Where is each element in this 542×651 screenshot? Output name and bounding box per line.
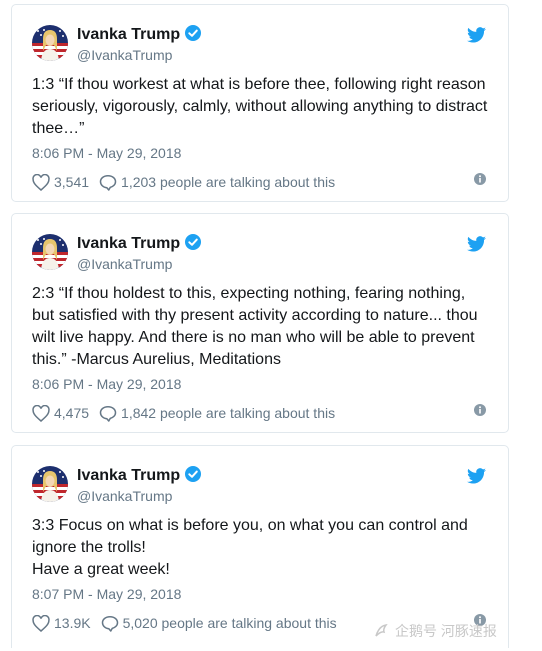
display-name[interactable]: Ivanka Trump [77,234,202,254]
tweet-card[interactable]: Ivanka Trump @IvankaTrump 3:3 Focus on w… [11,445,509,648]
tweet-card[interactable]: Ivanka Trump @IvankaTrump 1:3 “If thou w… [11,4,509,202]
tweet-text: 2:3 “If thou holdest to this, expecting … [32,285,478,368]
user-handle[interactable]: @IvankaTrump [77,255,172,273]
watermark-text: 企鹅号 河豚速报 [395,623,497,639]
speech-bubble-icon [99,405,117,422]
reply-button[interactable]: 1,203 people are talking about this [99,173,335,191]
talking-about-count: 1,203 people are talking about this [121,174,336,190]
tweet-text: 1:3 “If thou workest at what is before t… [32,76,488,137]
tweet-actions: 4,475 1,842 people are talking about thi… [32,404,490,422]
tweet-timestamp[interactable]: 8:06 PM - May 29, 2018 [32,375,181,393]
tweet-card[interactable]: Ivanka Trump @IvankaTrump 2:3 “If thou h… [11,213,509,433]
user-handle[interactable]: @IvankaTrump [77,487,172,505]
like-count: 4,475 [54,405,90,421]
user-handle[interactable]: @IvankaTrump [77,46,172,64]
penguin-logo-icon [375,624,388,637]
speech-bubble-icon [99,174,117,191]
tweet-timestamp[interactable]: 8:06 PM - May 29, 2018 [32,144,181,162]
speech-bubble-icon [101,615,118,632]
twitter-bird-icon[interactable] [467,27,486,43]
like-button[interactable]: 4,475 [32,404,89,422]
twitter-bird-icon[interactable] [467,468,486,484]
display-name[interactable]: Ivanka Trump [77,25,202,45]
verified-badge-icon [185,25,202,42]
tweet-timestamp[interactable]: 8:07 PM - May 29, 2018 [32,585,181,603]
avatar[interactable] [32,466,68,502]
tweet-actions: 3,541 1,203 people are talking about thi… [32,173,490,191]
heart-icon [32,173,50,191]
avatar[interactable] [32,25,68,61]
like-count: 3,541 [54,174,90,190]
reply-button[interactable]: 5,020 people are talking about this [101,614,337,632]
twitter-bird-icon[interactable] [467,236,486,252]
watermark: 企鹅号 河豚速报 [373,622,497,640]
like-count: 13.9K [54,615,91,631]
like-button[interactable]: 13.9K [32,614,91,632]
heart-icon [32,614,50,632]
avatar[interactable] [32,234,68,270]
info-icon[interactable] [474,404,486,416]
info-icon[interactable] [474,173,486,185]
talking-about-count: 1,842 people are talking about this [121,405,336,421]
heart-icon [32,404,50,422]
tweet-text: 3:3 Focus on what is before you, on what… [32,517,468,578]
like-button[interactable]: 3,541 [32,173,89,191]
talking-about-count: 5,020 people are talking about this [122,615,337,631]
verified-badge-icon [185,466,202,483]
verified-badge-icon [185,234,202,251]
display-name[interactable]: Ivanka Trump [77,466,202,486]
reply-button[interactable]: 1,842 people are talking about this [99,404,335,422]
